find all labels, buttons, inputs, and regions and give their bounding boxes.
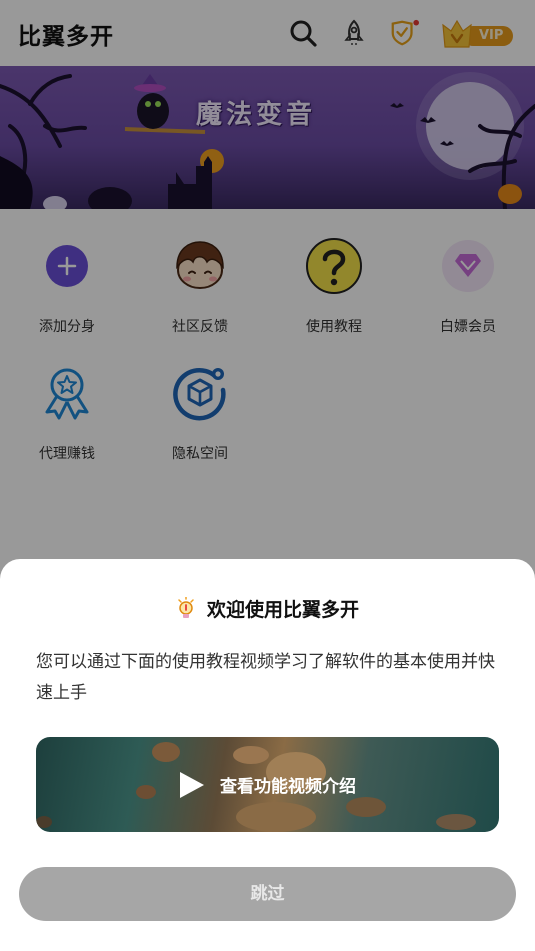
skip-button[interactable]: 跳过 bbox=[19, 867, 516, 921]
video-intro-label: 查看功能视频介绍 bbox=[220, 777, 356, 797]
sheet-header: 欢迎使用比翼多开 bbox=[0, 595, 535, 621]
video-intro-card[interactable]: 查看功能视频介绍 bbox=[36, 737, 499, 832]
play-icon bbox=[180, 772, 204, 798]
sheet-title: 欢迎使用比翼多开 bbox=[207, 599, 360, 621]
welcome-sheet: 欢迎使用比翼多开 您可以通过下面的使用教程视频学习了解软件的基本使用并快速上手 … bbox=[0, 559, 535, 951]
sheet-description: 您可以通过下面的使用教程视频学习了解软件的基本使用并快速上手 bbox=[36, 652, 495, 703]
lightbulb-icon bbox=[178, 596, 194, 618]
